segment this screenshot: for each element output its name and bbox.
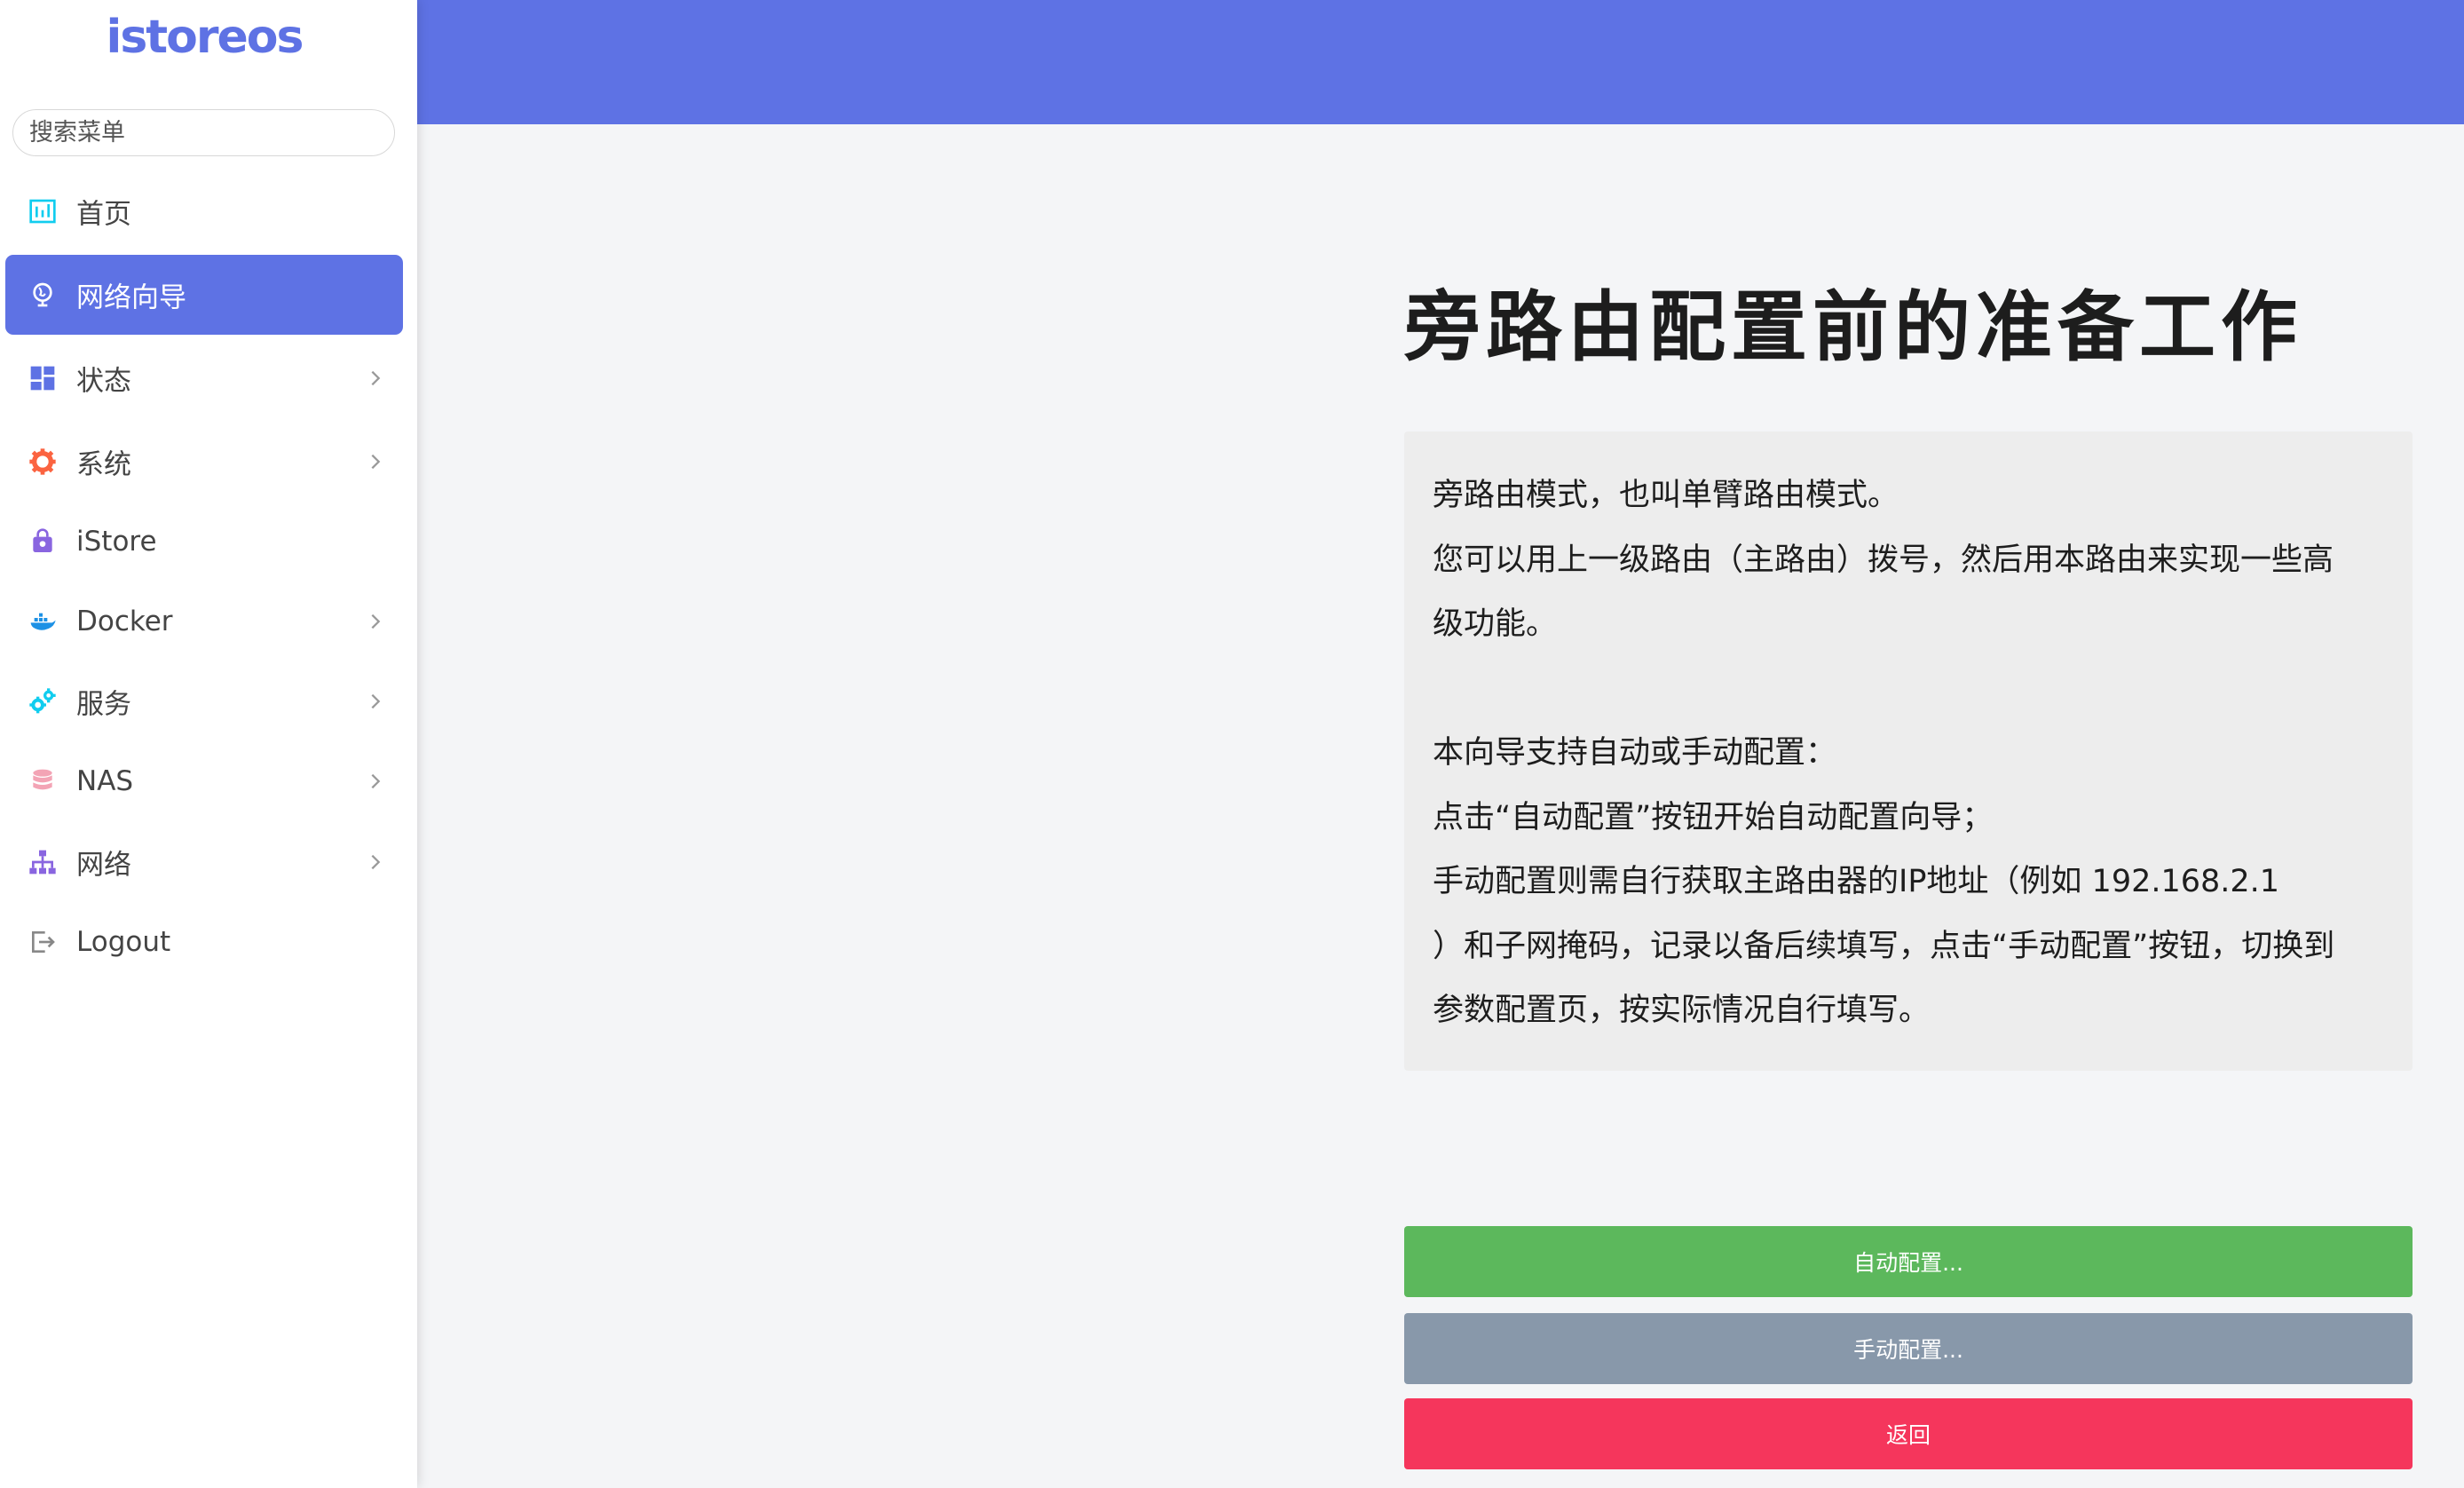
description-line: 手动配置则需自行获取主路由器的IP地址（例如 192.168.2.1 [1433,864,2280,899]
description-line: 参数配置页，按实际情况自行填写。 [1433,993,1931,1028]
chevron-right-icon [366,852,385,872]
network-tree-icon [27,846,59,878]
sidebar-item-label: NAS [76,765,134,797]
globe-icon [27,279,59,311]
sidebar-item-label: Logout [76,926,171,958]
chevron-right-icon [366,692,385,711]
database-icon [27,765,59,797]
sidebar-item-docker[interactable]: Docker [5,582,403,661]
bag-icon [27,526,59,558]
sidebar-item-label: iStore [76,526,157,558]
top-header-bar [417,0,2464,124]
sidebar: istoreos 首页 网络向导 状态 系统 iStore [0,0,417,1488]
sidebar-item-label: 服务 [76,688,131,721]
sidebar-item-network-wizard[interactable]: 网络向导 [5,255,403,335]
sidebar-item-network[interactable]: 网络 [5,822,403,902]
description-line: 本向导支持自动或手动配置： [1433,735,1837,771]
chevron-right-icon [366,368,385,388]
description-line: ）和子网掩码，记录以备后续填写，点击“手动配置”按钮，切换到 [1433,928,2335,964]
dashboard-chart-icon [27,195,59,227]
description-line: 级功能。 [1433,606,1558,642]
sidebar-item-system[interactable]: 系统 [5,422,403,502]
sidebar-item-label: 首页 [76,198,131,231]
docker-whale-icon [27,605,59,637]
chevron-right-icon [366,452,385,471]
auto-config-button[interactable]: 自动配置... [1404,1226,2413,1297]
sidebar-item-label: 状态 [76,365,131,398]
chevron-right-icon [366,772,385,791]
description-line: 您可以用上一级路由（主路由）拨号，然后用本路由来实现一些高 [1433,542,2334,578]
sidebar-item-services[interactable]: 服务 [5,661,403,741]
sidebar-item-istore[interactable]: iStore [5,502,403,582]
cogs-icon [27,685,59,717]
sidebar-item-nas[interactable]: NAS [5,741,403,821]
menu-search-input[interactable] [12,109,395,156]
sidebar-item-label: Docker [76,605,173,637]
page-title: 旁路由配置前的准备工作 [1404,283,2302,372]
app-logo[interactable]: istoreos [0,11,408,64]
back-button[interactable]: 返回 [1404,1398,2413,1469]
manual-config-button[interactable]: 手动配置... [1404,1313,2413,1384]
grid-icon [27,362,59,394]
chevron-right-icon [366,612,385,631]
description-line: 旁路由模式，也叫单臂路由模式。 [1433,478,1899,513]
logout-icon [27,926,59,958]
description-line: 点击“自动配置”按钮开始自动配置向导； [1433,799,1994,835]
sidebar-item-label: 系统 [76,448,131,481]
sidebar-item-home[interactable]: 首页 [5,171,403,251]
gear-icon [27,446,59,478]
sidebar-item-logout[interactable]: Logout [5,902,403,982]
sidebar-item-status[interactable]: 状态 [5,338,403,418]
sidebar-item-label: 网络向导 [76,281,186,314]
description-line [1433,657,2384,722]
description-box: 旁路由模式，也叫单臂路由模式。 您可以用上一级路由（主路由）拨号，然后用本路由来… [1404,431,2413,1071]
sidebar-item-label: 网络 [76,849,131,882]
